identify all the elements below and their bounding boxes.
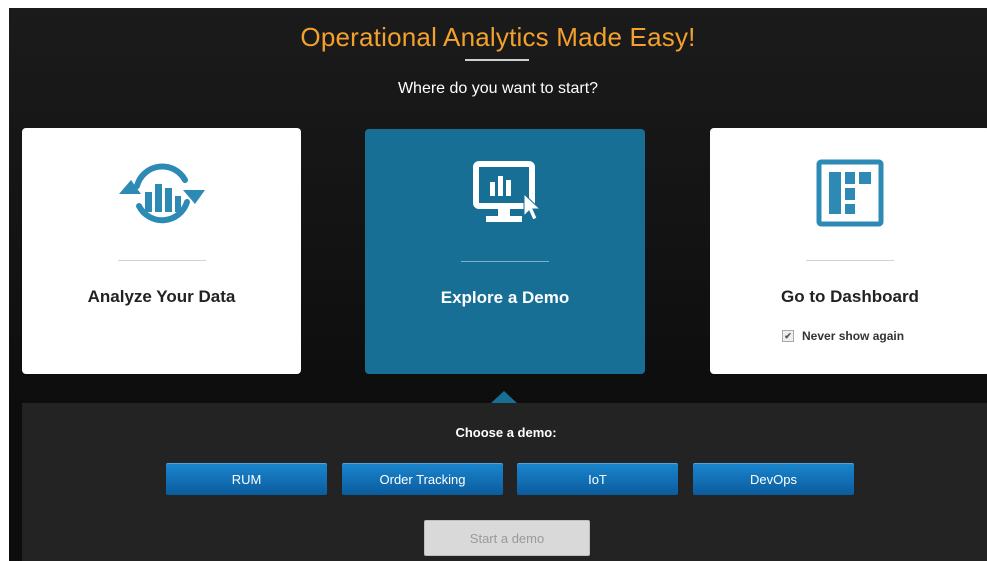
demo-iot-button[interactable]: IoT bbox=[517, 463, 678, 495]
refresh-chart-icon bbox=[22, 158, 301, 228]
choose-demo-heading: Choose a demo: bbox=[455, 425, 557, 440]
selection-pointer bbox=[491, 391, 517, 403]
title-divider bbox=[465, 59, 529, 61]
go-to-dashboard-label: Go to Dashboard bbox=[781, 287, 919, 306]
go-to-dashboard-card[interactable]: Go to Dashboard ✔ Never show again bbox=[710, 128, 987, 374]
demo-devops-button[interactable]: DevOps bbox=[693, 463, 854, 495]
page-subtitle: Where do you want to start? bbox=[397, 80, 599, 97]
never-show-again-checkbox[interactable]: ✔ bbox=[782, 330, 794, 342]
top-strip bbox=[0, 0, 987, 8]
start-demo-button[interactable]: Start a demo bbox=[424, 520, 590, 556]
dashboard-layout-icon bbox=[710, 158, 987, 228]
explore-demo-card[interactable]: Explore a Demo bbox=[365, 129, 645, 374]
welcome-screen: Operational Analytics Made Easy! Where d… bbox=[9, 8, 987, 561]
demo-chooser-panel: Choose a demo: RUM Order Tracking IoT De… bbox=[22, 403, 987, 561]
analyze-data-label: Analyze Your Data bbox=[87, 287, 236, 306]
analyze-data-card[interactable]: Analyze Your Data bbox=[22, 128, 301, 374]
card-divider bbox=[806, 260, 894, 261]
demo-order-tracking-button[interactable]: Order Tracking bbox=[342, 463, 503, 495]
monitor-chart-cursor-icon bbox=[365, 159, 645, 229]
never-show-again-label: Never show again bbox=[802, 329, 905, 343]
page-title: Operational Analytics Made Easy! bbox=[300, 22, 696, 52]
never-show-again-option[interactable]: ✔ Never show again bbox=[782, 329, 904, 343]
demo-rum-button[interactable]: RUM bbox=[166, 463, 327, 495]
explore-demo-label: Explore a Demo bbox=[440, 288, 570, 307]
card-divider bbox=[117, 260, 206, 261]
card-divider bbox=[461, 261, 549, 262]
